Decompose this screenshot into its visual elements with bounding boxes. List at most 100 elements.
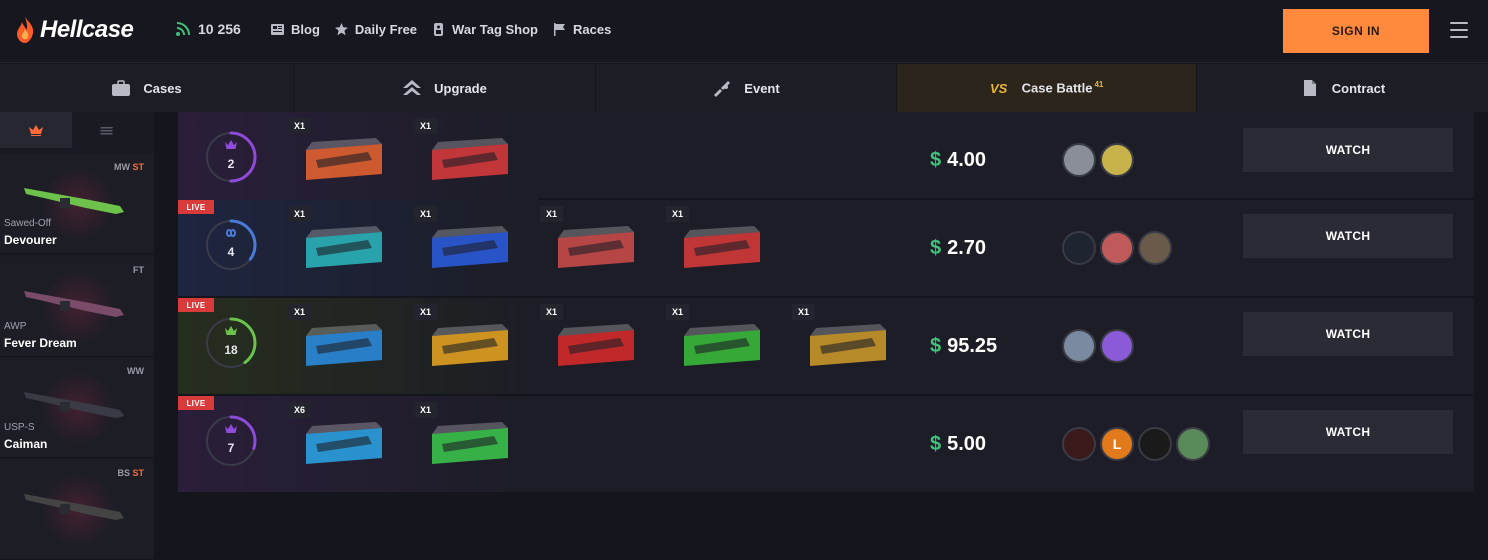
online-count: 10 256	[198, 21, 241, 37]
top-drops-toggle[interactable]	[0, 112, 72, 148]
condition-label: WW	[127, 366, 144, 376]
battle-row: LIVE 7 X6 X1 $5.00 L WATCH	[178, 396, 1474, 492]
watch-button[interactable]: WATCH	[1243, 312, 1453, 356]
tab-cases[interactable]: Cases	[0, 64, 294, 112]
menu-icon[interactable]	[1450, 22, 1468, 38]
player-avatar[interactable]	[1100, 143, 1134, 177]
battle-case[interactable]: X1	[178, 200, 382, 296]
tab-event[interactable]: Event	[596, 64, 897, 112]
watch-button[interactable]: WATCH	[1243, 128, 1453, 172]
nav-blog-label: Blog	[291, 22, 320, 37]
top-header: Hellcase 10 256 Blog Daily Free War Tag …	[0, 0, 1488, 63]
weapon-image	[24, 494, 124, 520]
upgrade-arrow-icon	[403, 80, 422, 95]
all-drops-toggle[interactable]	[72, 112, 144, 148]
watch-button[interactable]: WATCH	[1243, 214, 1453, 258]
player-avatar[interactable]	[1176, 427, 1210, 461]
event-icon	[714, 81, 731, 97]
player-avatar[interactable]	[1062, 143, 1096, 177]
tab-case-battle-label: Case Battle 41	[1021, 80, 1104, 96]
player-avatar[interactable]	[1138, 427, 1172, 461]
nav-daily-free[interactable]: Daily Free	[334, 22, 417, 37]
battle-case[interactable]: X1	[682, 298, 886, 394]
price-value: 95.25	[947, 334, 998, 357]
tag-icon	[434, 23, 444, 36]
battle-row: 2 X1 X1 $4.00 WATCH	[178, 112, 1474, 208]
case-image	[684, 226, 760, 268]
sidebar-drop-item[interactable]: MW ST Sawed-Off Devourer	[0, 154, 154, 254]
battle-price: $4.00	[930, 112, 986, 208]
weapon-image	[24, 188, 124, 214]
sign-in-button[interactable]: SIGN IN	[1283, 9, 1429, 53]
hellcase-logo[interactable]: Hellcase	[14, 16, 134, 44]
battle-case[interactable]: X1	[304, 396, 508, 492]
dollar-icon: $	[930, 432, 942, 455]
tab-cases-label: Cases	[143, 80, 182, 96]
dollar-icon: $	[930, 236, 942, 259]
weapon-type: USP-S	[4, 422, 35, 433]
condition-label: FT	[133, 265, 144, 275]
flag-icon	[554, 23, 565, 36]
sidebar-drop-item[interactable]: WW USP-S Caiman	[0, 358, 154, 458]
nav-war-tag-shop[interactable]: War Tag Shop	[431, 22, 538, 37]
battle-case[interactable]: X1	[430, 200, 634, 296]
star-icon	[334, 23, 348, 36]
battle-row: LIVE 18 X1 X1 X1 X1 X1 $ 95.25 WATCH	[178, 298, 1474, 394]
document-icon	[1303, 80, 1316, 96]
weapon-type: Sawed-Off	[4, 218, 52, 229]
weapon-type: AWP	[4, 321, 27, 332]
tab-contract[interactable]: Contract	[1197, 64, 1488, 112]
blog-icon	[271, 24, 284, 35]
price-value: 2.70	[947, 236, 987, 259]
battle-case[interactable]: X1	[556, 200, 760, 296]
nav-races-label: Races	[573, 22, 612, 37]
watch-button[interactable]: WATCH	[1243, 410, 1453, 454]
tab-contract-label: Contract	[1331, 80, 1386, 96]
weapon-name: Devourer	[4, 233, 57, 247]
case-image	[432, 138, 508, 180]
tab-upgrade-label: Upgrade	[434, 80, 487, 96]
nav-races[interactable]: Races	[552, 22, 611, 37]
dollar-icon: $	[930, 148, 942, 171]
player-avatar[interactable]	[1100, 329, 1134, 363]
player-avatar[interactable]	[1062, 329, 1096, 363]
battle-case[interactable]: X1	[178, 298, 382, 394]
battle-case[interactable]: X1	[304, 298, 508, 394]
battle-price: $2.70	[930, 200, 986, 296]
player-avatar[interactable]	[1062, 231, 1096, 265]
weapon-image	[24, 291, 124, 317]
sidebar-drop-item[interactable]: FT AWP Fever Dream	[0, 257, 154, 357]
battle-players: L	[1062, 396, 1210, 492]
player-avatar[interactable]	[1138, 231, 1172, 265]
battle-players	[1062, 112, 1134, 208]
signal-icon	[176, 22, 190, 36]
battle-case[interactable]: X1	[178, 112, 382, 208]
weapon-image	[24, 392, 124, 418]
case-image	[432, 422, 508, 464]
tab-upgrade[interactable]: Upgrade	[294, 64, 596, 112]
live-drops-sidebar: MW ST Sawed-Off Devourer FT AWP Fever Dr…	[0, 112, 154, 560]
price-value: 4.00	[947, 148, 987, 171]
vs-icon: VS	[990, 81, 1008, 96]
battle-case[interactable]: X1	[430, 298, 634, 394]
battle-case[interactable]: X1	[304, 112, 508, 208]
sidebar-drop-item[interactable]: BS ST	[0, 460, 154, 560]
player-avatar[interactable]	[1100, 231, 1134, 265]
battle-case[interactable]: X1	[556, 298, 760, 394]
drop-condition: MW ST	[114, 162, 144, 172]
case-image	[810, 324, 886, 366]
battle-case[interactable]: X1	[304, 200, 508, 296]
battle-case[interactable]: X6	[178, 396, 382, 492]
nav-blog[interactable]: Blog	[270, 22, 320, 37]
battle-price: $95.25	[930, 298, 997, 394]
weapon-name: Caiman	[4, 437, 48, 451]
stattrak-label: ST	[132, 162, 144, 172]
tab-case-battle[interactable]: VS Case Battle 41	[897, 64, 1197, 112]
sidebar-toggle	[0, 112, 154, 152]
dollar-icon: $	[930, 334, 942, 357]
drop-condition: FT	[133, 265, 144, 275]
svg-text:VS: VS	[990, 81, 1008, 96]
player-avatar[interactable]: L	[1100, 427, 1134, 461]
nav-war-tag-shop-label: War Tag Shop	[452, 22, 538, 37]
player-avatar[interactable]	[1062, 427, 1096, 461]
